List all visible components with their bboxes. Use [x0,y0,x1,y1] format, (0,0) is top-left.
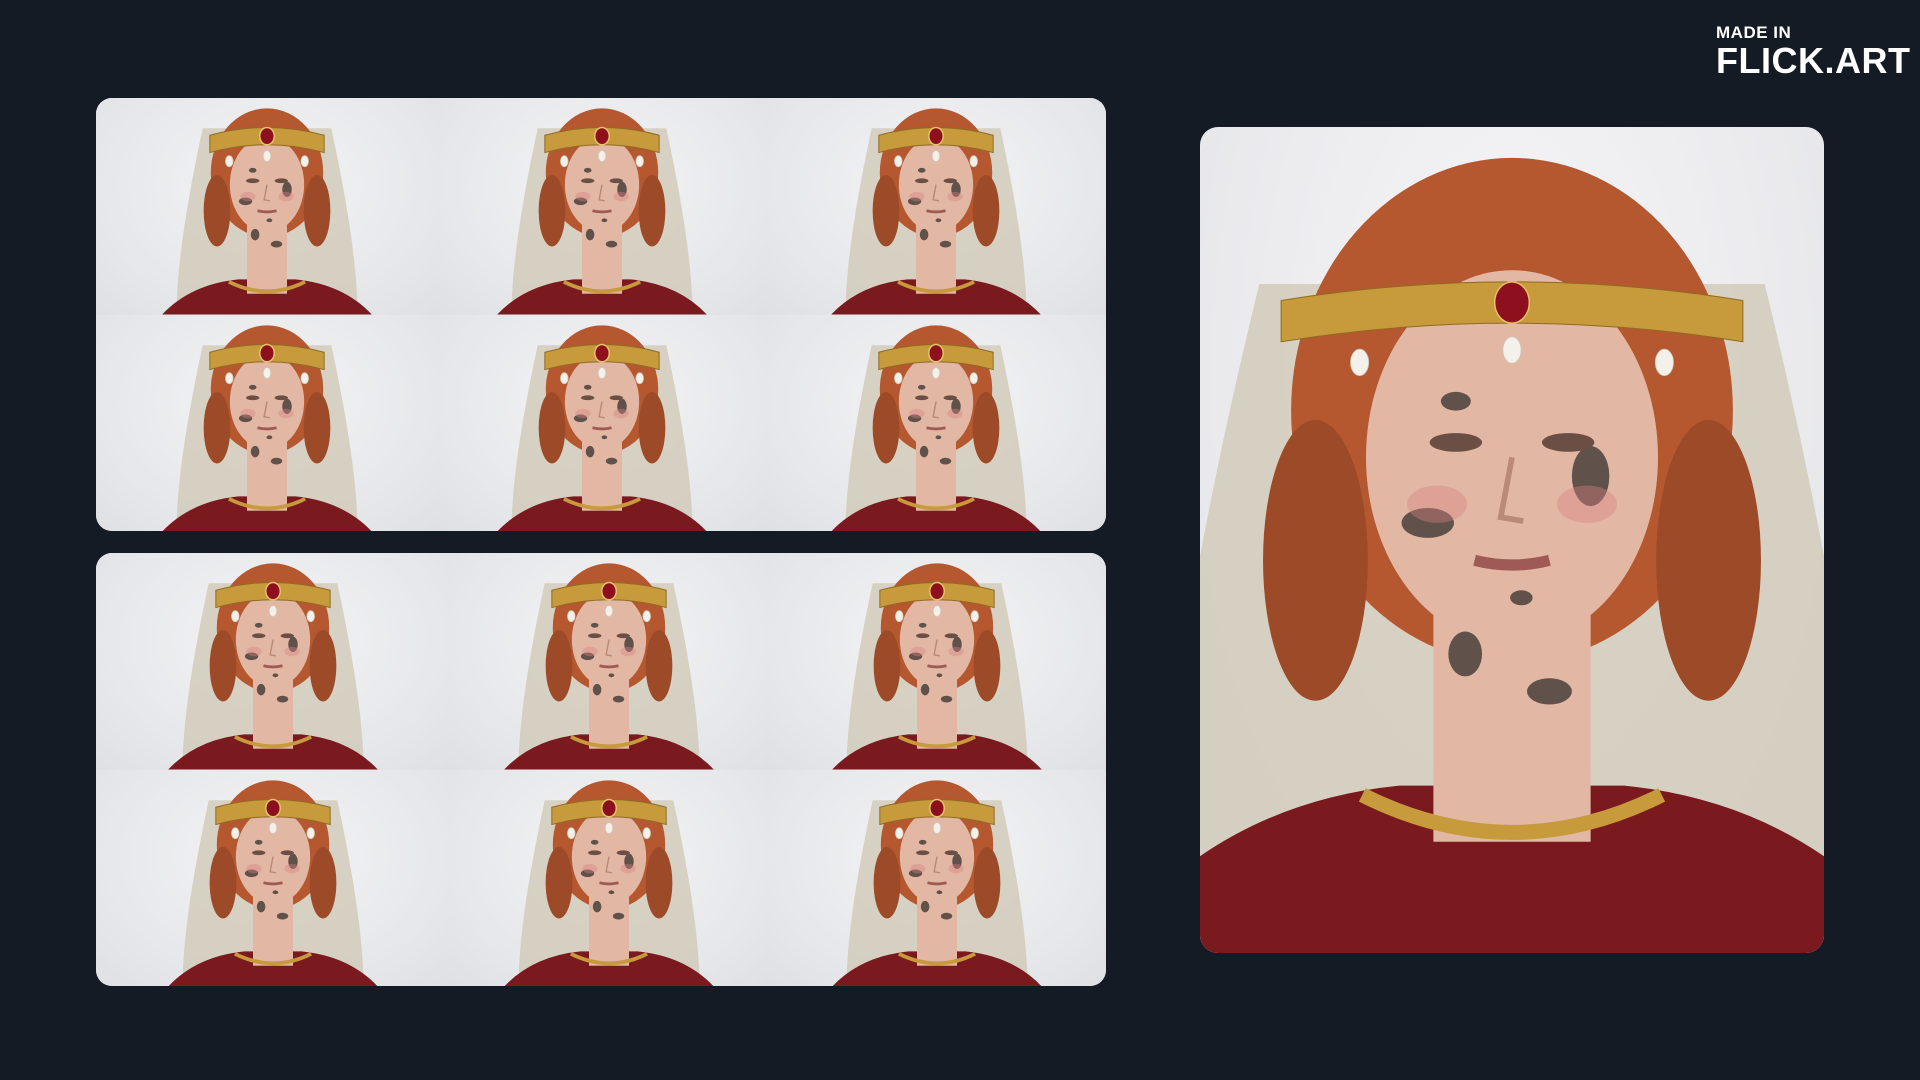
portrait-illustration [832,779,1042,986]
portrait-illustration [504,563,714,770]
portrait-thumbnail[interactable] [768,553,1106,770]
portrait-closeup-illustration [1200,157,1824,953]
portrait-thumbnail[interactable] [438,98,766,315]
portrait-closeup[interactable] [1200,127,1824,953]
portrait-illustration [831,108,1041,315]
portrait-thumbnail[interactable] [768,769,1106,986]
portrait-illustration [497,324,707,531]
flick-art-watermark: MADE IN FLICK.ART [1716,24,1910,79]
portrait-illustration [168,563,378,770]
portrait-thumbnail[interactable] [96,98,438,315]
portrait-illustration [504,779,714,986]
watermark-line-brand: FLICK.ART [1716,40,1911,81]
portrait-thumbnail[interactable] [450,769,768,986]
canvas: MADE IN FLICK.ART [0,0,1920,1080]
portrait-illustration [831,324,1041,531]
portrait-thumbnail[interactable] [766,314,1106,531]
portrait-illustration [832,563,1042,770]
watermark-line-made-in: MADE IN [1716,23,1792,42]
portrait-thumbnail[interactable] [96,314,438,531]
portrait-thumbnail[interactable] [766,98,1106,315]
portrait-illustration [162,108,372,315]
portrait-thumbnail[interactable] [96,769,450,986]
portrait-thumbnail[interactable] [96,553,450,770]
portrait-thumbnail[interactable] [450,553,768,770]
portrait-illustration [168,779,378,986]
expression-grid-bottom [96,553,1106,986]
portrait-illustration [162,324,372,531]
portrait-illustration [497,108,707,315]
portrait-thumbnail[interactable] [438,314,766,531]
expression-grid-top [96,98,1106,531]
